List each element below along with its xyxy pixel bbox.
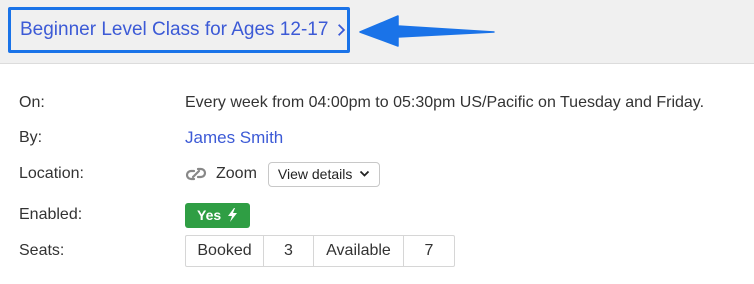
location-row: Location: Zoom View details [0,158,754,190]
chevron-down-icon [360,170,370,177]
by-label: By: [19,129,43,146]
location-value: Zoom [216,165,257,182]
class-title[interactable]: Beginner Level Class for Ages 12-17 [20,19,328,41]
available-label: Available [314,236,404,266]
view-details-button[interactable]: View details [267,161,381,187]
instructor-link[interactable]: James Smith [185,128,283,148]
seats-label: Seats: [19,242,65,259]
location-label: Location: [19,165,84,182]
on-row: On: Every week from 04:00pm to 05:30pm U… [0,87,754,119]
enabled-row: Enabled: Yes [0,199,754,231]
schedule-text: Every week from 04:00pm to 05:30pm US/Pa… [185,94,705,111]
seats-row: Seats: Booked 3 Available 7 [0,235,754,267]
link-icon [185,167,207,181]
pointer-arrow-icon [359,15,495,47]
by-row: By: James Smith [0,122,754,154]
enabled-badge-label: Yes [197,207,222,223]
seats-table: Booked 3 Available 7 [185,235,455,267]
booked-label: Booked [186,236,264,266]
enabled-status-badge: Yes [185,202,251,228]
booked-count: 3 [264,236,314,266]
available-count: 7 [424,242,434,259]
view-details-label: View details [277,166,353,182]
chevron-right-icon [338,24,346,36]
class-title-link[interactable]: Beginner Level Class for Ages 12-17 [8,7,350,53]
lightning-icon [228,208,238,222]
class-header: Beginner Level Class for Ages 12-17 [0,0,754,64]
enabled-label: Enabled: [19,206,83,223]
on-label: On: [19,94,45,111]
